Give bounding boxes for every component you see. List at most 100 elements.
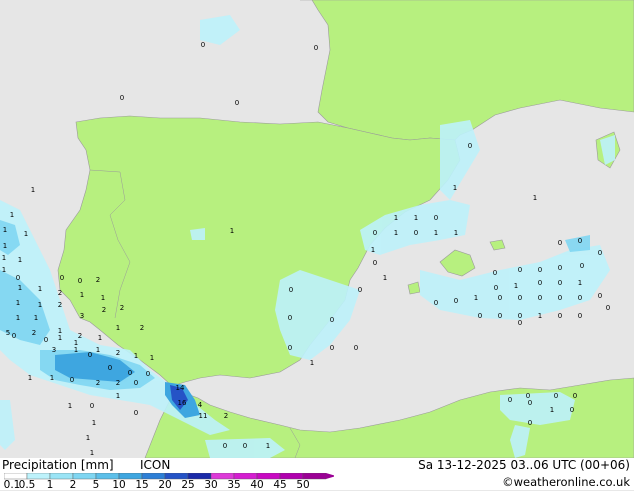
- precip-value: 1: [2, 254, 6, 262]
- precip-value: 1: [98, 334, 102, 342]
- precip-value: 0: [573, 392, 577, 400]
- precip-value: 2: [116, 379, 120, 387]
- precip-value: 0: [558, 239, 562, 247]
- precip-value: 1: [474, 294, 478, 302]
- precip-value: 2: [58, 289, 62, 297]
- precip-value: 0: [288, 314, 292, 322]
- precip-value: 1: [134, 352, 138, 360]
- precip-value: 0: [314, 44, 318, 52]
- precip-value: 0: [478, 312, 482, 320]
- precip-value: 5: [6, 329, 10, 337]
- scale-label: 45: [273, 479, 287, 491]
- precip-value: 1: [90, 449, 94, 457]
- scale-label: 30: [204, 479, 218, 491]
- precip-value: 0: [330, 344, 334, 352]
- precip-value: 0: [498, 312, 502, 320]
- precip-value: 0: [235, 99, 239, 107]
- precip-value: 1: [31, 186, 35, 194]
- weather-map-view: 0000011111111100021121111211322521211231…: [0, 0, 634, 491]
- credit-label: ©weatheronline.co.uk: [502, 475, 630, 489]
- precip-value: 0: [580, 262, 584, 270]
- legend-bar: Precipitation [mm] ICON Sa 13-12-2025 03…: [0, 458, 634, 491]
- precip-value: 0: [606, 304, 610, 312]
- precip-value: 1: [38, 285, 42, 293]
- precip-value: 0: [146, 370, 150, 378]
- precip-value: 0: [373, 229, 377, 237]
- precip-value: 0: [134, 379, 138, 387]
- scale-label: 15: [135, 479, 149, 491]
- precip-value: 0: [201, 41, 205, 49]
- precip-value: 14: [176, 384, 185, 392]
- precipitation-map: 0 00001111 111 110 0 0 21 1 2 1 11 1 21 1 32 25 2 12 11 23 1…: [0, 0, 634, 458]
- precip-value: 1: [266, 442, 270, 450]
- scale-label: 10: [112, 479, 126, 491]
- precip-value: 1: [371, 246, 375, 254]
- precip-value: 1: [116, 392, 120, 400]
- precip-value: 0: [454, 297, 458, 305]
- precip-value: 1: [454, 229, 458, 237]
- precip-value: 1: [578, 279, 582, 287]
- precip-value: 0: [288, 344, 292, 352]
- precip-value: 0: [578, 312, 582, 320]
- precip-value: 0: [494, 284, 498, 292]
- precip-value: 11: [199, 412, 208, 420]
- precip-value: 0: [528, 399, 532, 407]
- precip-value: 1: [68, 402, 72, 410]
- precip-value: 1: [74, 346, 78, 354]
- precip-value: 1: [310, 359, 314, 367]
- precip-value: 0: [554, 392, 558, 400]
- precip-value: 0: [289, 286, 293, 294]
- precip-value: 2: [58, 301, 62, 309]
- precip-value: 0: [414, 229, 418, 237]
- precip-value: 2: [96, 276, 100, 284]
- precip-value: 1: [383, 274, 387, 282]
- precip-value: 0: [90, 402, 94, 410]
- precip-value: 0: [354, 344, 358, 352]
- precip-value: 2: [102, 306, 106, 314]
- precip-value: 1: [550, 406, 554, 414]
- precip-value: 0: [518, 266, 522, 274]
- precip-value: 1: [24, 230, 28, 238]
- precip-value: 0: [528, 419, 532, 427]
- precip-value: 0: [134, 409, 138, 417]
- precip-value: 0: [78, 277, 82, 285]
- precip-value: 1: [38, 301, 42, 309]
- precip-value: 2: [116, 349, 120, 357]
- precip-value: 0: [70, 376, 74, 384]
- precip-value: 1: [10, 211, 14, 219]
- precip-value: 3: [80, 312, 84, 320]
- precip-value: 0: [558, 312, 562, 320]
- precip-value: 1: [18, 256, 22, 264]
- precip-value: 1: [2, 266, 6, 274]
- precip-value: 0: [578, 294, 582, 302]
- precip-value: 1: [16, 314, 20, 322]
- precip-value: 0: [434, 299, 438, 307]
- precip-value: 0: [498, 294, 502, 302]
- precip-value: 1: [74, 339, 78, 347]
- precip-value: 1: [16, 299, 20, 307]
- precip-value: 0: [108, 364, 112, 372]
- precip-value: 1: [514, 282, 518, 290]
- precip-value: 0: [493, 269, 497, 277]
- precip-value: 0: [44, 336, 48, 344]
- scale-arrow: [326, 473, 334, 479]
- precip-value: 0: [518, 319, 522, 327]
- precip-value: 1: [50, 374, 54, 382]
- precip-value: 1: [434, 229, 438, 237]
- precip-value: 1: [3, 242, 7, 250]
- scale-label: 2: [69, 479, 77, 491]
- precip-value: 0: [120, 94, 124, 102]
- precip-value: 1: [533, 194, 537, 202]
- precip-value: 2: [224, 412, 228, 420]
- scale-label: 40: [250, 479, 264, 491]
- precip-value: 0: [330, 316, 334, 324]
- precip-value: 1: [3, 226, 7, 234]
- precip-value: 16: [178, 399, 187, 407]
- precip-value: 1: [538, 312, 542, 320]
- precip-value: 1: [96, 346, 100, 354]
- scale-label: 25: [181, 479, 195, 491]
- precip-value: 0: [538, 266, 542, 274]
- precip-value: 3: [52, 346, 56, 354]
- precip-value: 0: [373, 259, 377, 267]
- scale-label: 50: [296, 479, 310, 491]
